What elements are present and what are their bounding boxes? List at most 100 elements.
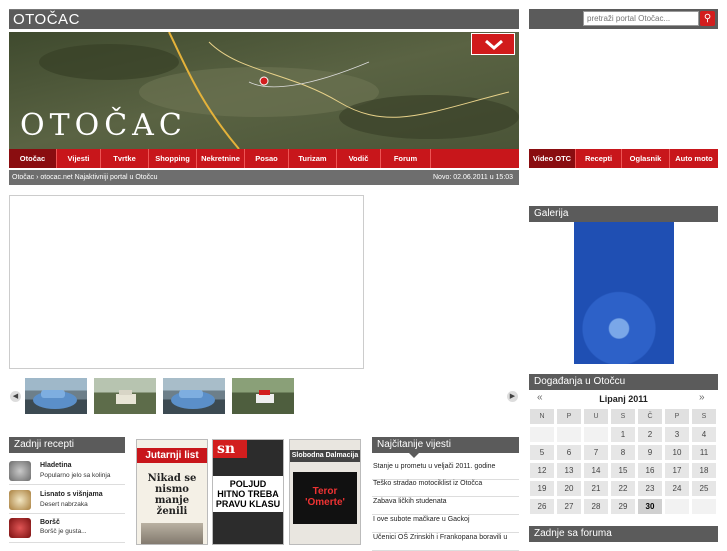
nav-item-vodic[interactable]: Vodič <box>337 149 381 168</box>
calendar-day[interactable]: 28 <box>584 499 608 514</box>
arrow-left-icon: ◀ <box>12 393 19 400</box>
calendar-day[interactable]: 6 <box>557 445 581 460</box>
calendar-weekday: P <box>665 409 689 424</box>
recipe-image[interactable] <box>9 461 31 481</box>
calendar-day[interactable]: 7 <box>584 445 608 460</box>
next-arrow-button[interactable]: ▶ <box>507 391 518 402</box>
recipe-title[interactable]: Hladetina <box>40 462 72 469</box>
header-bar <box>9 9 519 29</box>
newspaper-headline: POLJUD HITNO TREBA PRAVU KLASU <box>213 476 283 512</box>
calendar-day[interactable]: 22 <box>611 481 635 496</box>
update-date: Novo: 02.06.2011 u 15:03 <box>433 174 514 181</box>
main-nav: Otočac Vijesti Tvrtke Shopping Nekretnin… <box>9 149 519 168</box>
recipe-image[interactable] <box>9 490 31 510</box>
nav-item-oglasnik[interactable]: Oglasnik <box>622 149 670 168</box>
nav-item-nekretnine[interactable]: Nekretnine <box>197 149 245 168</box>
video-thumbnail[interactable] <box>25 378 87 414</box>
video-thumbnail[interactable] <box>94 378 156 414</box>
recipe-image[interactable] <box>9 518 31 538</box>
car-image <box>171 390 215 409</box>
calendar-empty-cell <box>584 427 608 442</box>
search-icon: ⚲ <box>703 13 712 24</box>
car-image <box>33 390 77 409</box>
calendar-day[interactable]: 16 <box>638 463 662 478</box>
nav-item-vijesti[interactable]: Vijesti <box>57 149 101 168</box>
expand-banner-button[interactable] <box>471 33 515 55</box>
calendar-day[interactable]: 29 <box>611 499 635 514</box>
pointer-arrow-icon <box>408 452 420 458</box>
nav-item-video-otc[interactable]: Video OTC <box>529 149 576 168</box>
newspaper-cover[interactable]: Jutarnji list Nikad se nismo manje ženil… <box>136 439 208 545</box>
newspaper-cover[interactable]: sn POLJUD HITNO TREBA PRAVU KLASU <box>212 439 284 545</box>
calendar-day[interactable]: 27 <box>557 499 581 514</box>
car-image <box>256 390 274 403</box>
gallery-image[interactable] <box>574 222 674 364</box>
calendar-empty-cell <box>530 427 554 442</box>
calendar-day[interactable]: 15 <box>611 463 635 478</box>
calendar-day[interactable]: 26 <box>530 499 554 514</box>
calendar-day[interactable]: 17 <box>665 463 689 478</box>
calendar-day[interactable]: 25 <box>692 481 716 496</box>
newspaper-photo <box>141 523 203 544</box>
nav-item-tvrtke[interactable]: Tvrtke <box>101 149 149 168</box>
most-read-item[interactable]: Učenici OŠ Zrinskih i Frankopana boravil… <box>372 530 519 551</box>
calendar-weekday: P <box>557 409 581 424</box>
events-heading: Događanja u Otočcu <box>529 374 718 390</box>
calendar-day[interactable]: 23 <box>638 481 662 496</box>
prev-arrow-button[interactable]: ◀ <box>10 391 21 402</box>
nav-item-turizam[interactable]: Turizam <box>289 149 337 168</box>
breadcrumb[interactable]: Otočac › otocac.net Najaktivniji portal … <box>12 174 158 181</box>
recipe-desc: Popularno jelo sa kolinja <box>40 472 111 479</box>
video-player[interactable] <box>9 195 364 369</box>
calendar-weekday: Č <box>638 409 662 424</box>
recipe-title[interactable]: Boršč <box>40 519 60 526</box>
chevron-down-icon <box>485 39 503 50</box>
calendar-day[interactable]: 2 <box>638 427 662 442</box>
calendar-day[interactable]: 3 <box>665 427 689 442</box>
calendar-month: Lipanj 2011 <box>599 394 648 404</box>
calendar-day[interactable]: 10 <box>665 445 689 460</box>
recipe-title[interactable]: Lisnato s višnjama <box>40 491 103 498</box>
site-title[interactable]: OTOČAC <box>13 11 80 28</box>
calendar-day[interactable]: 21 <box>584 481 608 496</box>
calendar-weekday: S <box>611 409 635 424</box>
newspaper-cover[interactable]: Slobodna Dalmacija Teror 'Omerte' <box>289 439 361 545</box>
video-thumbnail[interactable] <box>232 378 294 414</box>
calendar-empty-cell <box>665 499 689 514</box>
calendar-day[interactable]: 30 <box>638 499 662 514</box>
gallery-heading: Galerija <box>529 206 718 222</box>
calendar-day[interactable]: 1 <box>611 427 635 442</box>
calendar-day[interactable]: 5 <box>530 445 554 460</box>
nav-item-posao[interactable]: Posao <box>245 149 289 168</box>
calendar-day[interactable]: 18 <box>692 463 716 478</box>
video-thumbnail[interactable] <box>163 378 225 414</box>
calendar-weekday: N <box>530 409 554 424</box>
nav-item-auto-moto[interactable]: Auto moto <box>670 149 718 168</box>
calendar-next-button[interactable]: » <box>699 392 705 403</box>
most-read-heading: Najčitanije vijesti <box>372 437 519 453</box>
calendar-day[interactable]: 4 <box>692 427 716 442</box>
search-button[interactable]: ⚲ <box>700 11 715 26</box>
nav-item-otocac[interactable]: Otočac <box>9 149 57 168</box>
recipes-heading: Zadnji recepti <box>9 437 125 453</box>
calendar-day[interactable]: 14 <box>584 463 608 478</box>
newspaper-headline: Teror 'Omerte' <box>293 472 357 524</box>
calendar-day[interactable]: 19 <box>530 481 554 496</box>
calendar-day[interactable]: 12 <box>530 463 554 478</box>
calendar-day[interactable]: 8 <box>611 445 635 460</box>
calendar-empty-cell <box>557 427 581 442</box>
calendar-day[interactable]: 24 <box>665 481 689 496</box>
newspaper-name: Jutarnji list <box>137 448 207 463</box>
forum-heading: Zadnje sa foruma <box>529 526 718 542</box>
recipe-desc: Boršč je gusta... <box>40 528 87 535</box>
search-input[interactable] <box>583 11 699 26</box>
calendar-day[interactable]: 11 <box>692 445 716 460</box>
calendar-day[interactable]: 13 <box>557 463 581 478</box>
banner-title: OTOČAC <box>20 108 187 143</box>
nav-item-forum[interactable]: Forum <box>381 149 431 168</box>
nav-item-recepti[interactable]: Recepti <box>576 149 622 168</box>
calendar-day[interactable]: 20 <box>557 481 581 496</box>
nav-item-shopping[interactable]: Shopping <box>149 149 197 168</box>
calendar-grid: N P U S Č P S 1 2 3 4 5 6 7 8 9 10 11 12 13 14 15 16 17 18 19 20 21… <box>529 409 718 514</box>
calendar-day[interactable]: 9 <box>638 445 662 460</box>
